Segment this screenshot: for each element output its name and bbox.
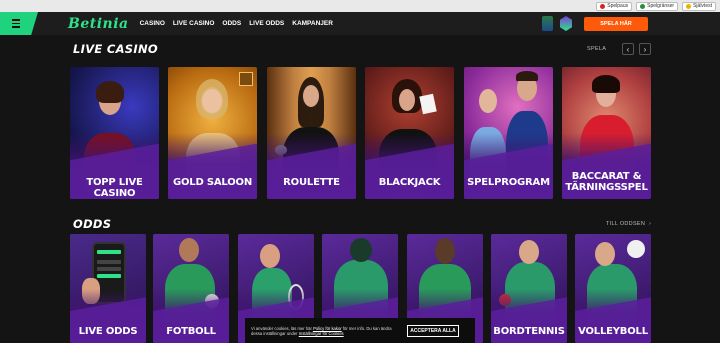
spelgranser-label: Spelgränser [647,3,675,9]
sport-card-bordtennis[interactable]: BORDTENNIS [491,234,567,343]
nav-casino[interactable]: CASINO [140,20,165,27]
card-label: BACCARAT & TÄRNINGSSPEL [565,171,648,193]
sport-card-volleyboll[interactable]: VOLLEYBOLL [575,234,651,343]
nav-live-odds[interactable]: LIVE ODDS [249,20,284,27]
cookie-text-3: dessa inställningar under [251,330,298,336]
odds-link-label: TILL ODDSEN [606,221,646,227]
sjalvtest-button[interactable]: Självtest [682,1,716,11]
nav-kampanjer[interactable]: KAMPANJER [292,20,333,27]
cookie-banner: Vi använder cookies, läs mer här Policy … [245,318,475,343]
cookie-text-2: för mer info. Du kan ändra [342,325,392,331]
chevron-left-icon: ‹ [626,44,630,54]
spelgranser-icon [640,3,646,9]
chevron-right-icon: › [643,44,647,54]
license-badge-icon[interactable] [542,16,553,31]
play-now-button[interactable]: SPELA HÄR [584,17,648,31]
game-card-baccarat[interactable]: BACCARAT & TÄRNINGSSPEL [562,67,651,199]
spelpaus-icon [600,3,606,9]
spelgranser-button[interactable]: Spelgränser [636,1,679,11]
card-label: SPELPROGRAM [467,177,550,188]
odds-link[interactable]: TILL ODDSEN › [606,221,651,227]
card-label: FOTBOLL [166,326,216,337]
game-card-roulette[interactable]: ROULETTE [267,67,356,199]
main-nav: CASINO LIVE CASINO ODDS LIVE ODDS KAMPAN… [140,20,333,27]
volleyball-icon [627,240,645,258]
card-label: BLACKJACK [378,177,441,188]
accept-all-cookies-button[interactable]: ACCEPTERA ALLA [407,324,459,337]
card-label: TOPP LIVE CASINO [86,177,143,199]
sjalvtest-label: Självtest [693,3,712,9]
game-card-blackjack[interactable]: BLACKJACK [365,67,454,199]
card-label: LIVE ODDS [78,326,138,337]
carousel-next-button[interactable]: › [639,43,651,55]
cookie-text: Vi använder cookies, läs mer här Policy … [251,326,401,336]
live-casino-play-link[interactable]: SPELA [587,46,606,52]
odds-title: ODDS [73,217,112,231]
game-card-gold-saloon[interactable]: GOLD SALOON [168,67,257,199]
game-card-spelprogram[interactable]: SPELPROGRAM [464,67,553,199]
menu-button[interactable] [0,12,38,35]
site-header: Betinia CASINO LIVE CASINO ODDS LIVE ODD… [0,12,720,35]
game-card-topp-live-casino[interactable]: TOPP LIVE CASINO [70,67,159,199]
hamburger-icon [12,18,20,29]
brand-logo[interactable]: Betinia [68,16,129,32]
spelpaus-button[interactable]: Spelpaus [596,1,633,11]
sport-card-live-odds[interactable]: LIVE ODDS [70,234,146,343]
nav-live-casino[interactable]: LIVE CASINO [173,20,215,27]
chevron-right-icon: › [649,221,652,227]
gold-saloon-emblem-icon [239,72,253,86]
sjalvtest-icon [686,3,692,9]
live-casino-title: LIVE CASINO [73,42,158,56]
carousel-prev-button[interactable]: ‹ [622,43,634,55]
cookie-settings-link[interactable]: Inställningar för Cookies [299,331,344,336]
responsible-gaming-bar: Spelpaus Spelgränser Självtest [0,0,720,12]
card-label: VOLLEYBOLL [578,326,648,337]
card-label: ROULETTE [283,177,340,188]
shield-badge-icon[interactable] [560,16,572,31]
hockey-helmet-icon [350,238,372,262]
nav-odds[interactable]: ODDS [222,20,241,27]
card-label: GOLD SALOON [173,177,252,188]
spelpaus-label: Spelpaus [607,3,629,9]
card-label: BORDTENNIS [493,326,565,337]
sport-card-fotboll[interactable]: FOTBOLL [153,234,229,343]
